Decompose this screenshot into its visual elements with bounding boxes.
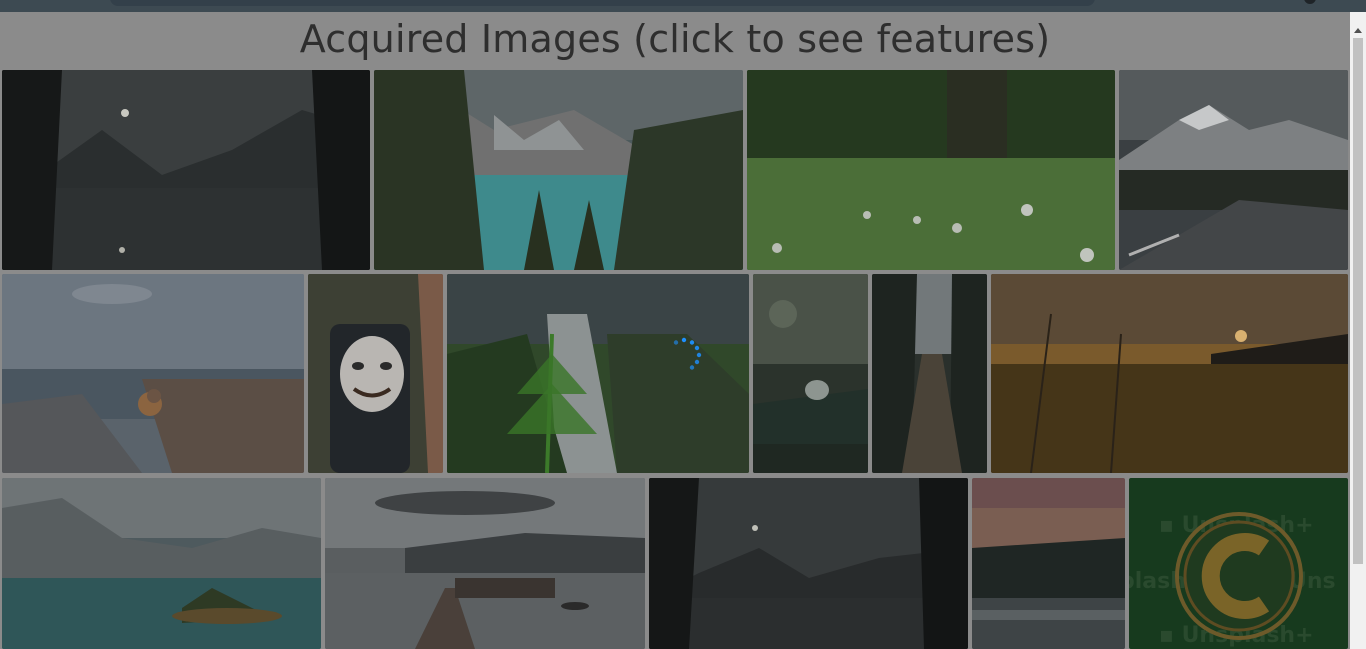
- image-tile-masked-backpack[interactable]: [308, 274, 443, 473]
- image-tile-waterfall-fir[interactable]: [447, 274, 749, 473]
- browser-top-bar: [0, 0, 1366, 12]
- photo-masked-backpack: [308, 274, 443, 473]
- image-tile-mountain-road[interactable]: [1119, 70, 1348, 270]
- svg-text:Uns: Uns: [1289, 569, 1336, 594]
- photo-forest-path: [872, 274, 987, 473]
- image-tile-cloudy-lake-island[interactable]: [2, 478, 321, 649]
- photo-mountain-road: [1119, 70, 1348, 270]
- photo-cloudy-lake-island: [2, 478, 321, 649]
- photo-waterfall-fir: [447, 274, 749, 473]
- photo-turquoise-mountain-lake: [374, 70, 743, 270]
- photo-water-droplet-leaf: [753, 274, 868, 473]
- scrollbar-thumb[interactable]: [1353, 38, 1363, 564]
- photo-moonlit-lake: [2, 70, 370, 270]
- image-tile-wooden-dock[interactable]: [325, 478, 645, 649]
- account-icon[interactable]: [1304, 0, 1316, 4]
- page-title: Acquired Images (click to see features): [299, 17, 1051, 61]
- image-tile-dark-moonlit-lake[interactable]: [649, 478, 968, 649]
- image-tile-sunset-grass-field[interactable]: [991, 274, 1348, 473]
- image-tile-water-droplet-leaf[interactable]: [753, 274, 868, 473]
- image-tile-moonlit-lake[interactable]: [2, 70, 370, 270]
- vertical-scrollbar[interactable]: [1350, 12, 1366, 649]
- loading-spinner-icon: [673, 337, 702, 370]
- photo-grass-meadow-daisies: [747, 70, 1115, 270]
- photo-unsplash-plus-logo: ▪ Unsplash+ plash+ Uns ▪ Unsplash+: [1129, 478, 1348, 649]
- scroll-up-arrow-icon[interactable]: [1354, 28, 1362, 33]
- image-tile-unsplash-plus-logo[interactable]: ▪ Unsplash+ plash+ Uns ▪ Unsplash+: [1129, 478, 1348, 649]
- photo-misty-forest-dusk: [972, 478, 1125, 649]
- image-tile-grass-meadow-daisies[interactable]: [747, 70, 1115, 270]
- image-tile-forest-path[interactable]: [872, 274, 987, 473]
- photo-dark-moonlit-lake: [649, 478, 968, 649]
- photo-pier-with-robin: [2, 274, 304, 473]
- address-bar[interactable]: [110, 0, 1095, 6]
- image-tile-pier-with-robin[interactable]: [2, 274, 304, 473]
- image-tile-turquoise-mountain-lake[interactable]: [374, 70, 743, 270]
- image-tile-misty-forest-dusk[interactable]: [972, 478, 1125, 649]
- photo-sunset-grass-field: [991, 274, 1348, 473]
- photo-wooden-dock: [325, 478, 645, 649]
